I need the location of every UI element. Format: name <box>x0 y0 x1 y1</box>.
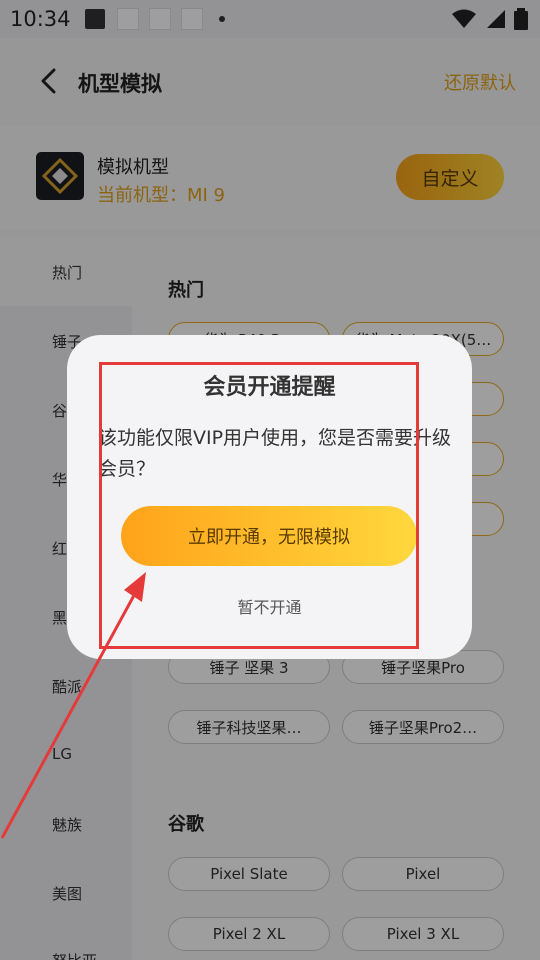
annotation-arrow-icon <box>0 572 146 839</box>
